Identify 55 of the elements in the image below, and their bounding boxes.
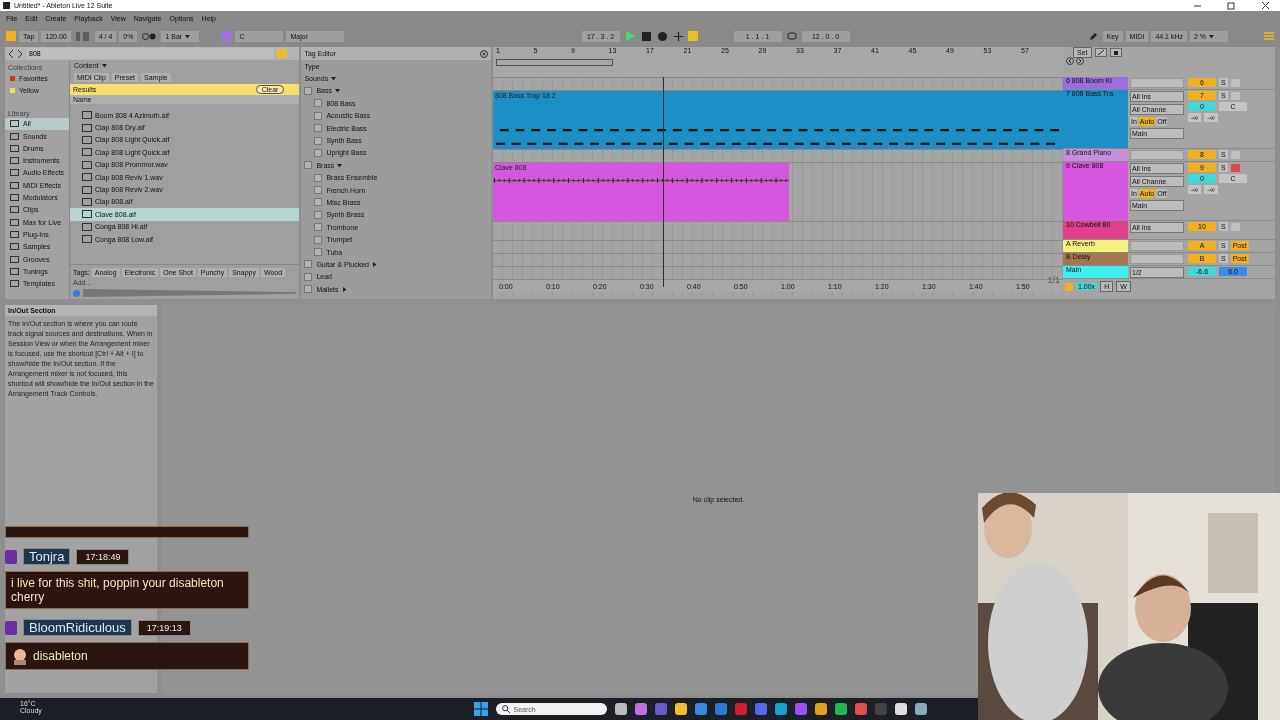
- checkbox[interactable]: [304, 260, 313, 269]
- checkbox[interactable]: [304, 272, 313, 281]
- checkbox[interactable]: [314, 235, 323, 244]
- routing-slot: [1130, 254, 1184, 264]
- checkbox[interactable]: [314, 248, 323, 257]
- checkbox[interactable]: [314, 124, 323, 133]
- checkbox[interactable]: [314, 173, 323, 182]
- caret-icon: [1209, 33, 1215, 39]
- checkbox[interactable]: [304, 161, 313, 170]
- caret-icon: [371, 261, 377, 267]
- checkbox[interactable]: [304, 86, 313, 95]
- lock-icon[interactable]: [1109, 47, 1122, 57]
- chat-message: i live for this shit, poppin your disableton cherry: [5, 571, 249, 609]
- forward-icon[interactable]: [17, 49, 23, 58]
- routing-slot: [1130, 150, 1184, 160]
- metronome-icon[interactable]: [142, 32, 157, 40]
- windows-start-icon[interactable]: [473, 702, 488, 716]
- checkbox[interactable]: [314, 111, 323, 120]
- page-indicator: 1/1: [1047, 275, 1060, 285]
- chat-username: Tonjra: [23, 548, 71, 565]
- search-icon: [501, 705, 510, 713]
- caret-icon: [185, 33, 191, 39]
- record-icon[interactable]: [657, 31, 667, 41]
- caret-icon: [337, 162, 343, 168]
- close-icon[interactable]: [480, 49, 488, 58]
- forward-icon[interactable]: [1076, 57, 1084, 65]
- back-icon[interactable]: [1066, 57, 1074, 65]
- stop-icon[interactable]: [641, 31, 651, 41]
- loop-brace[interactable]: [496, 59, 613, 66]
- caret-icon: [101, 63, 107, 68]
- checkbox[interactable]: [314, 198, 323, 207]
- head-emote-icon: [11, 647, 29, 665]
- checkbox[interactable]: [314, 136, 323, 145]
- back-icon[interactable]: [8, 49, 14, 58]
- checkbox[interactable]: [314, 223, 323, 232]
- play-icon[interactable]: [624, 31, 635, 41]
- checkbox[interactable]: [314, 99, 323, 108]
- pencil-icon[interactable]: [1088, 31, 1098, 41]
- add-icon[interactable]: [673, 31, 683, 41]
- routing-slot: [1130, 78, 1184, 88]
- expand-icon[interactable]: [1094, 47, 1107, 57]
- nudge-icon[interactable]: [75, 31, 90, 41]
- routing-slot: [1130, 241, 1184, 251]
- checkbox[interactable]: [314, 148, 323, 157]
- checkbox[interactable]: [314, 186, 323, 195]
- loop-icon[interactable]: [786, 31, 797, 41]
- app-logo-icon: [3, 2, 10, 9]
- chat-message: disableton: [5, 642, 249, 670]
- caret-icon: [341, 286, 347, 292]
- checkbox[interactable]: [314, 210, 323, 219]
- checkbox[interactable]: [304, 285, 313, 294]
- arm-button[interactable]: [1230, 163, 1240, 172]
- menu-icon[interactable]: [1264, 31, 1274, 41]
- chat-username: BloomRidiculous: [23, 619, 132, 636]
- preview-icon[interactable]: [73, 289, 80, 297]
